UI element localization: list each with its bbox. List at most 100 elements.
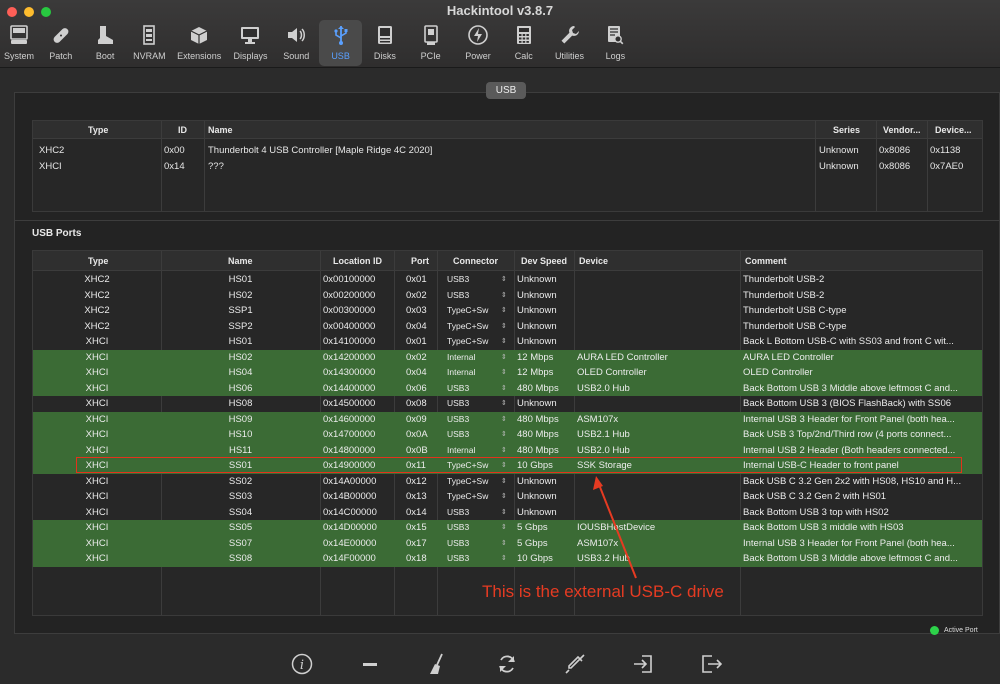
toolbar-calc[interactable]: Calc	[502, 20, 545, 66]
broom-icon[interactable]	[426, 652, 450, 676]
remove-icon[interactable]	[358, 652, 382, 676]
cell-connector[interactable]: USB3	[447, 507, 507, 517]
cell-connector[interactable]: TypeC+Sw	[447, 476, 507, 486]
column-header-device[interactable]: Device...	[935, 125, 972, 135]
cell-connector[interactable]: USB3	[447, 522, 507, 532]
toolbar-extensions[interactable]: Extensions	[172, 20, 226, 66]
dropdown-chevron-icon[interactable]: ⇕	[501, 523, 507, 531]
toolbar-power[interactable]: Power	[455, 20, 501, 66]
toolbar-pcie[interactable]: PCIe	[408, 20, 454, 66]
cell-connector[interactable]: TypeC+Sw	[447, 491, 507, 501]
column-header-location[interactable]: Location ID	[333, 256, 382, 266]
export-icon[interactable]	[699, 652, 723, 676]
dropdown-chevron-icon[interactable]: ⇕	[501, 368, 507, 376]
dropdown-chevron-icon[interactable]: ⇕	[501, 275, 507, 283]
dropdown-chevron-icon[interactable]: ⇕	[501, 492, 507, 500]
toolbar-boot[interactable]: Boot	[84, 20, 127, 66]
dropdown-chevron-icon[interactable]: ⇕	[501, 539, 507, 547]
column-header-connector[interactable]: Connector	[453, 256, 498, 266]
inject-icon[interactable]	[563, 652, 587, 676]
cell-location: 0x14700000	[323, 429, 376, 440]
column-header-id[interactable]: ID	[178, 125, 187, 135]
table-row[interactable]: XHCI SS05 0x14D00000 0x15 USB3 ⇕ 5 Gbps IOUSBHo…	[33, 520, 982, 536]
toolbar-label: Boot	[95, 51, 115, 61]
cell-connector[interactable]: USB3	[447, 290, 507, 300]
cell-comment: Thunderbolt USB-2	[743, 289, 825, 301]
table-row[interactable]: XHC2 SSP2 0x00400000 0x04 TypeC+Sw ⇕ Unknown Th…	[33, 319, 982, 335]
table-row[interactable]: XHCI HS11 0x14800000 0x0B Internal ⇕ 480 Mbps U…	[33, 442, 982, 458]
table-row[interactable]: XHC2 HS01 0x00100000 0x01 USB3 ⇕ Unknown Thunde…	[33, 272, 982, 288]
cell-connector[interactable]: USB3	[447, 414, 507, 424]
column-header-type[interactable]: Type	[88, 125, 108, 135]
dropdown-chevron-icon[interactable]: ⇕	[501, 554, 507, 562]
toolbar-patch[interactable]: Patch	[39, 20, 82, 66]
table-row[interactable]: XHCI HS06 0x14400000 0x06 USB3 ⇕ 480 Mbps USB2.…	[33, 380, 982, 396]
toolbar-nvram[interactable]: NVRAM	[128, 20, 171, 66]
column-header-name[interactable]: Name	[208, 125, 233, 135]
cell-connector[interactable]: USB3	[447, 553, 507, 563]
column-header-comment[interactable]: Comment	[745, 256, 787, 266]
table-row[interactable]: XHCI SS04 0x14C00000 0x14 USB3 ⇕ Unknown Back B…	[33, 505, 982, 521]
toolbar-sound[interactable]: Sound	[275, 20, 318, 66]
cell-connector[interactable]: USB3	[447, 429, 507, 439]
dropdown-chevron-icon[interactable]: ⇕	[501, 399, 507, 407]
toolbar-utilities[interactable]: Utilities	[547, 20, 593, 66]
table-row[interactable]: XHCI HS08 0x14500000 0x08 USB3 ⇕ Unknown Back B…	[33, 396, 982, 412]
column-header-port[interactable]: Port	[411, 256, 429, 266]
dropdown-chevron-icon[interactable]: ⇕	[501, 430, 507, 438]
cell-connector[interactable]: USB3	[447, 383, 507, 393]
toolbar-displays[interactable]: Displays	[227, 20, 273, 66]
dropdown-chevron-icon[interactable]: ⇕	[501, 384, 507, 392]
cell-type: XHCI	[85, 336, 109, 347]
column-header-device[interactable]: Device	[579, 256, 608, 266]
cell-connector[interactable]: USB3	[447, 398, 507, 408]
cell-connector[interactable]: TypeC+Sw	[447, 336, 507, 346]
column-header-name[interactable]: Name	[228, 256, 253, 266]
cell-connector[interactable]: Internal	[447, 445, 507, 455]
column-header-series[interactable]: Series	[833, 125, 860, 135]
cell-name: SS02	[228, 475, 253, 487]
dropdown-chevron-icon[interactable]: ⇕	[501, 353, 507, 361]
table-row[interactable]: XHCI HS01 0x14100000 0x01 TypeC+Sw ⇕ Unknown Ba…	[33, 334, 982, 350]
dropdown-chevron-icon[interactable]: ⇕	[501, 415, 507, 423]
cell-connector[interactable]: TypeC+Sw	[447, 305, 507, 315]
toolbar-disks[interactable]: Disks	[363, 20, 406, 66]
table-row[interactable]: XHCI 0x14 ??? Unknown 0x8086 0x7AE0	[33, 159, 982, 175]
dropdown-chevron-icon[interactable]: ⇕	[501, 291, 507, 299]
table-row[interactable]: XHC2 HS02 0x00200000 0x02 USB3 ⇕ Unknown Thunde…	[33, 288, 982, 304]
toolbar-logs[interactable]: Logs	[594, 20, 637, 66]
info-icon[interactable]: i	[290, 652, 314, 676]
cell-connector[interactable]: USB3	[447, 274, 507, 284]
toolbar-system[interactable]: System	[0, 20, 38, 66]
column-header-vendor[interactable]: Vendor...	[883, 125, 921, 135]
cell-connector[interactable]: TypeC+Sw	[447, 321, 507, 331]
cell-connector[interactable]: Internal	[447, 367, 507, 377]
import-icon[interactable]	[631, 652, 655, 676]
cell-connector[interactable]: USB3	[447, 538, 507, 548]
dropdown-chevron-icon[interactable]: ⇕	[501, 477, 507, 485]
table-row[interactable]: XHCI HS02 0x14200000 0x02 Internal ⇕ 12 Mbps AU…	[33, 349, 982, 365]
dropdown-chevron-icon[interactable]: ⇕	[501, 508, 507, 516]
cell-type: XHCI	[85, 491, 109, 502]
table-row[interactable]: XHCI SS02 0x14A00000 0x12 TypeC+Sw ⇕ Unknown Ba…	[33, 474, 982, 490]
table-row[interactable]: XHCI HS04 0x14300000 0x04 Internal ⇕ 12 Mbps OL…	[33, 365, 982, 381]
toolbar-usb[interactable]: USB	[319, 20, 363, 66]
tab-usb[interactable]: USB	[486, 82, 526, 99]
column-header-speed[interactable]: Dev Speed	[521, 256, 567, 266]
cell-connector[interactable]: Internal	[447, 352, 507, 362]
cell-speed: 12 Mbps	[517, 367, 554, 378]
cell-device: ASM107x	[577, 537, 619, 549]
table-row[interactable]: XHCI SS08 0x14F00000 0x18 USB3 ⇕ 10 Gbps USB3.2…	[33, 551, 982, 567]
dropdown-chevron-icon[interactable]: ⇕	[501, 306, 507, 314]
table-row[interactable]: XHC2 0x00 Thunderbolt 4 USB Controller […	[33, 143, 982, 159]
column-header-type[interactable]: Type	[88, 256, 108, 266]
table-row[interactable]: XHCI SS07 0x14E00000 0x17 USB3 ⇕ 5 Gbps ASM107x…	[33, 535, 982, 551]
dropdown-chevron-icon[interactable]: ⇕	[501, 337, 507, 345]
dropdown-chevron-icon[interactable]: ⇕	[501, 322, 507, 330]
table-row[interactable]: XHCI SS03 0x14B00000 0x13 TypeC+Sw ⇕ Unknown Ba…	[33, 489, 982, 505]
table-row[interactable]: XHC2 SSP1 0x00300000 0x03 TypeC+Sw ⇕ Unknown Th…	[33, 303, 982, 319]
table-row[interactable]: XHCI HS10 0x14700000 0x0A USB3 ⇕ 480 Mbps USB2.…	[33, 427, 982, 443]
dropdown-chevron-icon[interactable]: ⇕	[501, 446, 507, 454]
refresh-icon[interactable]	[495, 652, 519, 676]
table-row[interactable]: XHCI HS09 0x14600000 0x09 USB3 ⇕ 480 Mbps ASM10…	[33, 411, 982, 427]
